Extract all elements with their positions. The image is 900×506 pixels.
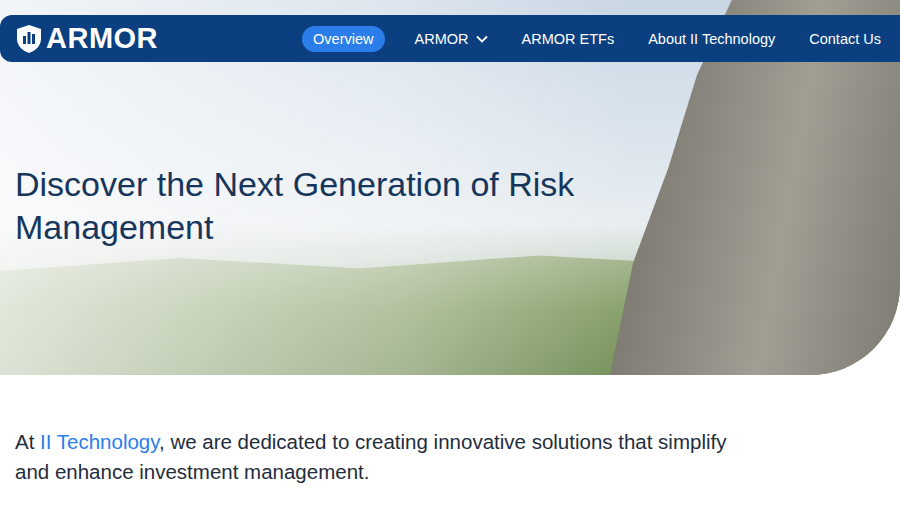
nav-item[interactable]: ARMOR ETFs <box>518 26 619 52</box>
nav-item[interactable]: Contact Us <box>805 26 885 52</box>
intro-text: At II Technology, we are dedicated to cr… <box>15 427 735 487</box>
company-link[interactable]: II Technology <box>40 430 159 453</box>
nav-label: ARMOR <box>415 31 469 47</box>
nav-item[interactable]: ARMOR <box>411 26 492 52</box>
navbar: ARMOR Overview ARMOR ARMOR ETFs About II… <box>0 15 900 62</box>
chevron-down-icon <box>476 35 488 43</box>
logo[interactable]: ARMOR <box>15 22 158 55</box>
hero-heading: Discover the Next Generation of Risk Man… <box>15 163 575 249</box>
nav-item[interactable]: Overview <box>302 26 384 52</box>
nav-label: Overview <box>313 31 373 47</box>
hero: ARMOR Overview ARMOR ARMOR ETFs About II… <box>0 0 900 375</box>
nav-label: ARMOR ETFs <box>522 31 615 47</box>
logo-text: ARMOR <box>46 22 158 55</box>
nav-list: Overview ARMOR ARMOR ETFs About II Techn… <box>302 26 885 52</box>
nav-item[interactable]: About II Technology <box>644 26 779 52</box>
nav-label: About II Technology <box>648 31 775 47</box>
shield-icon <box>15 24 43 54</box>
page: ARMOR Overview ARMOR ARMOR ETFs About II… <box>0 0 900 506</box>
nav-label: Contact Us <box>809 31 881 47</box>
